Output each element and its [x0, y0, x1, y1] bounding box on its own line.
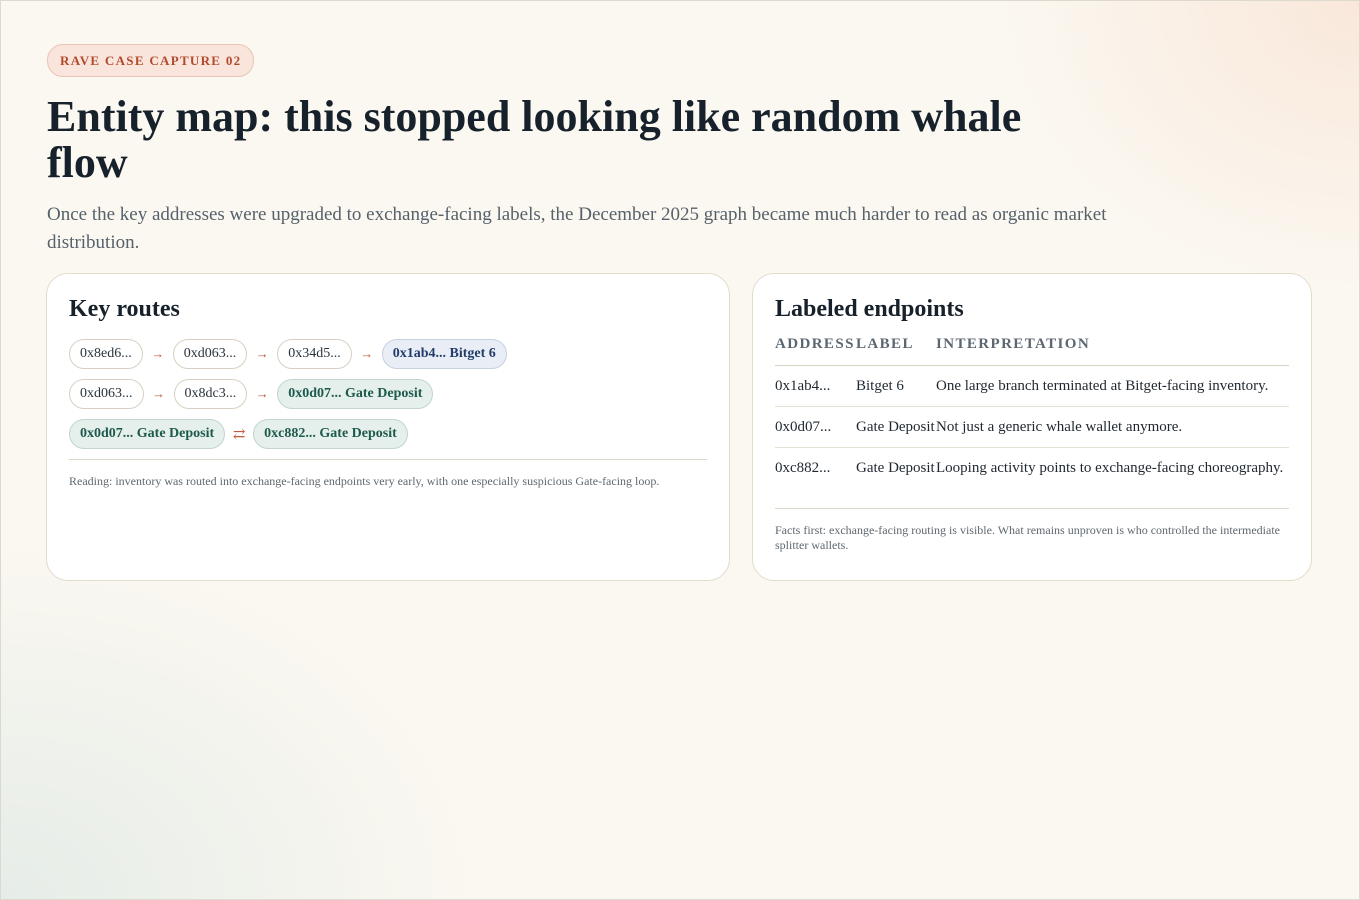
key-routes-card: Key routes 0x8ed6... → 0xd063... → 0x34d… [46, 273, 730, 581]
gate-endpoint-chip[interactable]: 0x0d07... Gate Deposit [69, 419, 226, 449]
address-chip[interactable]: 0x8ed6... [69, 339, 143, 369]
divider [69, 459, 707, 460]
address-chip[interactable]: 0xd063... [172, 339, 248, 369]
interpretation-cell: Looping activity points to exchange-faci… [936, 460, 1284, 476]
arrow-right-icon: → [152, 386, 165, 401]
gate-endpoint-chip[interactable]: 0x0d07... Gate Deposit [277, 379, 434, 409]
page-subtitle: Once the key addresses were upgraded to … [47, 204, 1107, 253]
arrow-right-icon: → [255, 346, 269, 361]
key-routes-title: Key routes [69, 296, 180, 322]
table-header-row: ADDRESS LABEL INTERPRETATION [775, 336, 1289, 366]
page: RAVE CASE CAPTURE 02 Entity map: this st… [1, 1, 1359, 257]
address-cell: 0x0d07... [775, 406, 856, 448]
bitget-endpoint-chip[interactable]: 0x1ab4... Bitget 6 [381, 339, 507, 369]
cards-row: Key routes 0x8ed6... → 0xd063... → 0x34d… [46, 273, 1314, 583]
address-cell: 0xc882... [775, 460, 831, 476]
labeled-endpoints-title: Labeled endpoints [775, 296, 964, 322]
address-chip[interactable]: 0xd063... [69, 379, 144, 409]
route-row: 0xd063... → 0x8dc3... → 0x0d07... Gate D… [69, 379, 707, 409]
address-chip[interactable]: 0x8dc3... [173, 379, 248, 409]
loop-arrows-icon: ⇄ [232, 426, 246, 443]
labeled-endpoints-card: Labeled endpoints ADDRESS LABEL INTERPRE… [752, 273, 1312, 581]
facts-first-note: Facts first: exchange-facing routing is … [775, 523, 1280, 552]
arrow-right-icon: → [360, 346, 374, 361]
table-row: 0x0d07... Gate Deposit Not just a generi… [775, 406, 1289, 448]
label-cell: Bitget 6 [856, 365, 936, 407]
routes-reading-note: Reading: inventory was routed into excha… [69, 474, 660, 488]
route-row: 0x0d07... Gate Deposit ⇄ 0xc882... Gate … [69, 419, 707, 449]
arrow-right-icon: → [151, 346, 165, 361]
label-cell: Gate Deposit [856, 460, 935, 476]
page-title: Entity map: this stopped looking like ra… [47, 92, 1022, 187]
address-cell: 0x1ab4... [775, 365, 856, 407]
arrow-right-icon: → [255, 386, 269, 401]
endpoints-table: ADDRESS LABEL INTERPRETATION 0x1ab4... B… [775, 336, 1289, 488]
column-header-address: ADDRESS [775, 336, 856, 366]
gate-endpoint-chip[interactable]: 0xc882... Gate Deposit [253, 419, 408, 449]
case-badge: RAVE CASE CAPTURE 02 [47, 44, 255, 77]
route-list: 0x8ed6... → 0xd063... → 0x34d5... → 0x1a… [69, 339, 707, 449]
address-chip[interactable]: 0x34d5... [277, 339, 352, 369]
table-row: 0xc882... Gate Deposit Looping activity … [775, 448, 1289, 489]
route-row: 0x8ed6... → 0xd063... → 0x34d5... → 0x1a… [69, 339, 707, 369]
divider [775, 508, 1289, 509]
interpretation-cell: Not just a generic whale wallet anymore. [936, 406, 1289, 448]
interpretation-cell: One large branch terminated at Bitget-fa… [936, 365, 1289, 407]
column-header-interpretation: INTERPRETATION [936, 336, 1289, 366]
table-row: 0x1ab4... Bitget 6 One large branch term… [775, 365, 1289, 407]
column-header-label: LABEL [856, 336, 936, 366]
label-cell: Gate Deposit [856, 406, 936, 448]
